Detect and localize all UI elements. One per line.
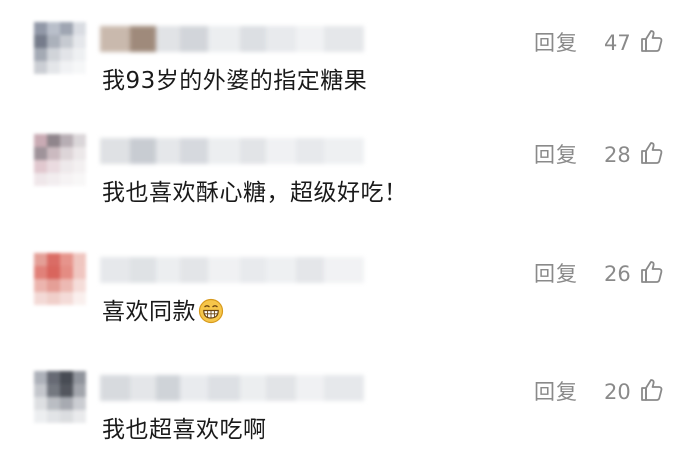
reply-button[interactable]: 回复 — [534, 142, 578, 168]
comment-text: 我也喜欢酥心糖，超级好吃！ — [102, 180, 408, 206]
reply-button[interactable]: 回复 — [534, 379, 578, 405]
thumbs-up-icon[interactable] — [639, 140, 665, 166]
comment-text-content: 喜欢同款 — [102, 299, 196, 325]
like-count: 47 — [604, 31, 631, 55]
comment-text: 我也超喜欢吃啊 — [102, 417, 267, 443]
avatar[interactable] — [34, 22, 86, 74]
username[interactable] — [100, 138, 364, 164]
comment-item: 我也超喜欢吃啊 回复 20 — [0, 353, 700, 463]
username[interactable] — [100, 375, 364, 401]
avatar[interactable] — [34, 253, 86, 305]
reply-button[interactable]: 回复 — [534, 261, 578, 287]
username[interactable] — [100, 257, 364, 283]
like-count: 26 — [604, 262, 631, 286]
reply-button[interactable]: 回复 — [534, 30, 578, 56]
comment-text: 我93岁的外婆的指定糖果 — [102, 68, 368, 94]
avatar[interactable] — [34, 134, 86, 186]
thumbs-up-icon[interactable] — [639, 259, 665, 285]
grinning-emoji-icon — [198, 298, 224, 324]
comment-list: 我93岁的外婆的指定糖果 回复 47 我也喜欢酥心糖，超级好吃！ 回复 28 喜… — [0, 0, 700, 461]
comment-text: 喜欢同款 — [102, 297, 224, 327]
thumbs-up-icon[interactable] — [639, 28, 665, 54]
like-count: 20 — [604, 380, 631, 404]
comment-item: 我也喜欢酥心糖，超级好吃！ 回复 28 — [0, 116, 700, 226]
username[interactable] — [100, 26, 364, 52]
thumbs-up-icon[interactable] — [639, 377, 665, 403]
avatar[interactable] — [34, 371, 86, 423]
like-count: 28 — [604, 143, 631, 167]
comment-item: 喜欢同款 回复 26 — [0, 235, 700, 345]
comment-item: 我93岁的外婆的指定糖果 回复 47 — [0, 4, 700, 114]
